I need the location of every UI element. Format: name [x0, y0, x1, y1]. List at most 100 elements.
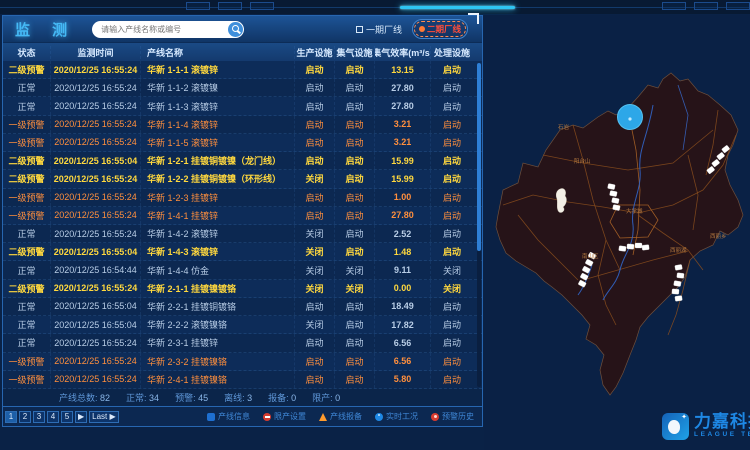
gas-cell: 启动: [335, 61, 375, 78]
table-row[interactable]: 二级预警2020/12/25 16:55:04华新 1-2-1 挂镀铜镀镍（龙门…: [3, 152, 482, 170]
prod-cell: 启动: [295, 116, 335, 133]
table-row[interactable]: 二级预警2020/12/25 16:55:24华新 1-2-2 挂镀铜镀镍（环形…: [3, 170, 482, 188]
last-page-button[interactable]: Last ▶: [89, 411, 119, 423]
name-cell: 华新 2-2-2 滚镀镍铬: [141, 316, 295, 333]
table-row[interactable]: 一级预警2020/12/25 16:55:24华新 1-1-4 滚镀锌启动启动3…: [3, 116, 482, 134]
phase1-checkbox[interactable]: 一期厂线: [356, 23, 402, 36]
deco-box: [694, 2, 718, 10]
table-row[interactable]: 二级预警2020/12/25 16:55:24华新 2-1-1 挂镀镍镀铬关闭关…: [3, 280, 482, 298]
pagination: 12345▶Last ▶: [5, 411, 121, 423]
summary-bar: 产线总数: 82正常: 34预警: 45离线: 3报备: 0限产: 0: [3, 389, 482, 406]
status-cell: 正常: [3, 298, 51, 315]
scrollbar-track[interactable]: [477, 63, 481, 387]
legend-item[interactable]: 产线报备: [319, 411, 362, 422]
prod-cell: 关闭: [295, 225, 335, 242]
time-cell: 2020/12/25 16:55:24: [51, 353, 141, 370]
phase2-button[interactable]: 二期厂线: [412, 19, 468, 39]
search-icon[interactable]: [228, 22, 243, 37]
time-cell: 2020/12/25 16:55:24: [51, 334, 141, 351]
eff-cell: 1.48: [375, 243, 431, 260]
eff-cell: 0.00: [375, 280, 431, 297]
summary-item: 离线: 3: [224, 391, 252, 404]
time-cell: 2020/12/25 16:55:24: [51, 207, 141, 224]
gas-cell: 启动: [335, 225, 375, 242]
map-place-label: 大学城: [626, 207, 643, 215]
table-row[interactable]: 二级预警2020/12/25 16:55:24华新 1-1-1 滚镀锌启动启动1…: [3, 61, 482, 79]
logo-badge-icon: [662, 413, 689, 440]
summary-item: 预警: 45: [175, 391, 208, 404]
legend-item[interactable]: 预警历史: [431, 411, 474, 422]
table-row[interactable]: 正常2020/12/25 16:55:24华新 1-4-2 滚镀锌关闭启动2.5…: [3, 225, 482, 243]
city-map[interactable]: 石岩阳台山大学城西丽湖西丽乡南山区: [488, 55, 750, 405]
scrollbar-thumb[interactable]: [477, 63, 481, 251]
status-cell: 一级预警: [3, 189, 51, 206]
selected-site-marker[interactable]: [618, 105, 643, 130]
map-place-label: 南山区: [582, 252, 599, 260]
table-row[interactable]: 一级预警2020/12/25 16:55:24华新 1-2-3 挂镀锌启动启动1…: [3, 189, 482, 207]
gas-cell: 启动: [335, 79, 375, 96]
next-page-button[interactable]: ▶: [75, 411, 87, 423]
time-cell: 2020/12/25 16:55:04: [51, 243, 141, 260]
table-row[interactable]: 正常2020/12/25 16:54:44华新 1-4-4 仿金关闭关闭9.11…: [3, 261, 482, 279]
time-cell: 2020/12/25 16:55:04: [51, 152, 141, 169]
deco-glowbar: [400, 6, 515, 9]
table-row[interactable]: 一级预警2020/12/25 16:55:24华新 2-3-2 挂镀镍铬启动启动…: [3, 353, 482, 371]
time-cell: 2020/12/25 16:54:44: [51, 261, 141, 278]
eff-cell: 17.82: [375, 316, 431, 333]
treat-cell: 启动: [431, 353, 473, 370]
gas-cell: 启动: [335, 97, 375, 114]
time-cell: 2020/12/25 16:55:24: [51, 61, 141, 78]
table-row[interactable]: 正常2020/12/25 16:55:24华新 1-1-2 滚镀镍启动启动27.…: [3, 79, 482, 97]
deco-box: [186, 2, 210, 10]
status-cell: 正常: [3, 97, 51, 114]
name-cell: 华新 1-2-2 挂镀铜镀镍（环形线）: [141, 170, 295, 187]
footer-bar: 12345▶Last ▶ 产线信息 限产设置 产线报备 实时工况 预警历史: [3, 406, 482, 426]
treat-cell: 启动: [431, 316, 473, 333]
table-row[interactable]: 正常2020/12/25 16:55:04华新 2-2-1 挂镀铜镀铬启动启动1…: [3, 298, 482, 316]
page-button[interactable]: 5: [61, 411, 73, 423]
col-eff: 集气效率(m³/s): [375, 46, 431, 59]
gas-cell: 启动: [335, 189, 375, 206]
page-button[interactable]: 4: [47, 411, 59, 423]
prod-cell: 启动: [295, 353, 335, 370]
table-row[interactable]: 正常2020/12/25 16:55:24华新 1-1-3 滚镀锌启动启动27.…: [3, 97, 482, 115]
page-button[interactable]: 2: [19, 411, 31, 423]
eff-cell: 13.15: [375, 61, 431, 78]
name-cell: 华新 2-3-1 挂镀锌: [141, 334, 295, 351]
page-button[interactable]: 3: [33, 411, 45, 423]
legend-bar: 产线信息 限产设置 产线报备 实时工况 预警历史: [194, 411, 474, 422]
table-row[interactable]: 一级预警2020/12/25 16:55:24华新 2-4-1 挂镀镍铬启动启动…: [3, 371, 482, 389]
treat-cell: 启动: [431, 116, 473, 133]
legend-label: 预警历史: [442, 411, 474, 422]
name-cell: 华新 2-2-1 挂镀铜镀铬: [141, 298, 295, 315]
table-row[interactable]: 一级预警2020/12/25 16:55:24华新 1-1-5 滚镀锌启动启动3…: [3, 134, 482, 152]
prod-cell: 启动: [295, 189, 335, 206]
map-place-label: 石岩: [558, 123, 570, 131]
prod-cell: 启动: [295, 61, 335, 78]
name-cell: 华新 2-1-1 挂镀镍镀铬: [141, 280, 295, 297]
table-row[interactable]: 正常2020/12/25 16:55:04华新 2-2-2 滚镀镍铬关闭启动17…: [3, 316, 482, 334]
table-rows: 二级预警2020/12/25 16:55:24华新 1-1-1 滚镀锌启动启动1…: [3, 61, 482, 389]
prod-cell: 关闭: [295, 261, 335, 278]
time-cell: 2020/12/25 16:55:04: [51, 298, 141, 315]
prod-cell: 启动: [295, 298, 335, 315]
status-cell: 正常: [3, 261, 51, 278]
table-row[interactable]: 正常2020/12/25 16:55:24华新 2-3-1 挂镀锌启动启动6.5…: [3, 334, 482, 352]
legend-label: 实时工况: [386, 411, 418, 422]
eff-cell: 18.49: [375, 298, 431, 315]
status-cell: 正常: [3, 225, 51, 242]
prod-cell: 启动: [295, 97, 335, 114]
gas-cell: 关闭: [335, 261, 375, 278]
company-logo: 力嘉科技 LEAGUE TECH: [662, 409, 750, 443]
treat-cell: 启动: [431, 79, 473, 96]
legend-item[interactable]: 限产设置: [263, 411, 306, 422]
prod-cell: 启动: [295, 371, 335, 388]
page-button[interactable]: 1: [5, 411, 17, 423]
legend-item[interactable]: 产线信息: [207, 411, 250, 422]
table-row[interactable]: 二级预警2020/12/25 16:55:04华新 1-4-3 滚镀锌关闭启动1…: [3, 243, 482, 261]
legend-item[interactable]: 实时工况: [375, 411, 418, 422]
search-input[interactable]: [101, 25, 229, 34]
summary-item: 正常: 34: [126, 391, 159, 404]
map-panel: 石岩阳台山大学城西丽湖西丽乡南山区: [484, 15, 750, 450]
table-row[interactable]: 一级预警2020/12/25 16:55:24华新 1-4-1 挂镀锌启动启动2…: [3, 207, 482, 225]
